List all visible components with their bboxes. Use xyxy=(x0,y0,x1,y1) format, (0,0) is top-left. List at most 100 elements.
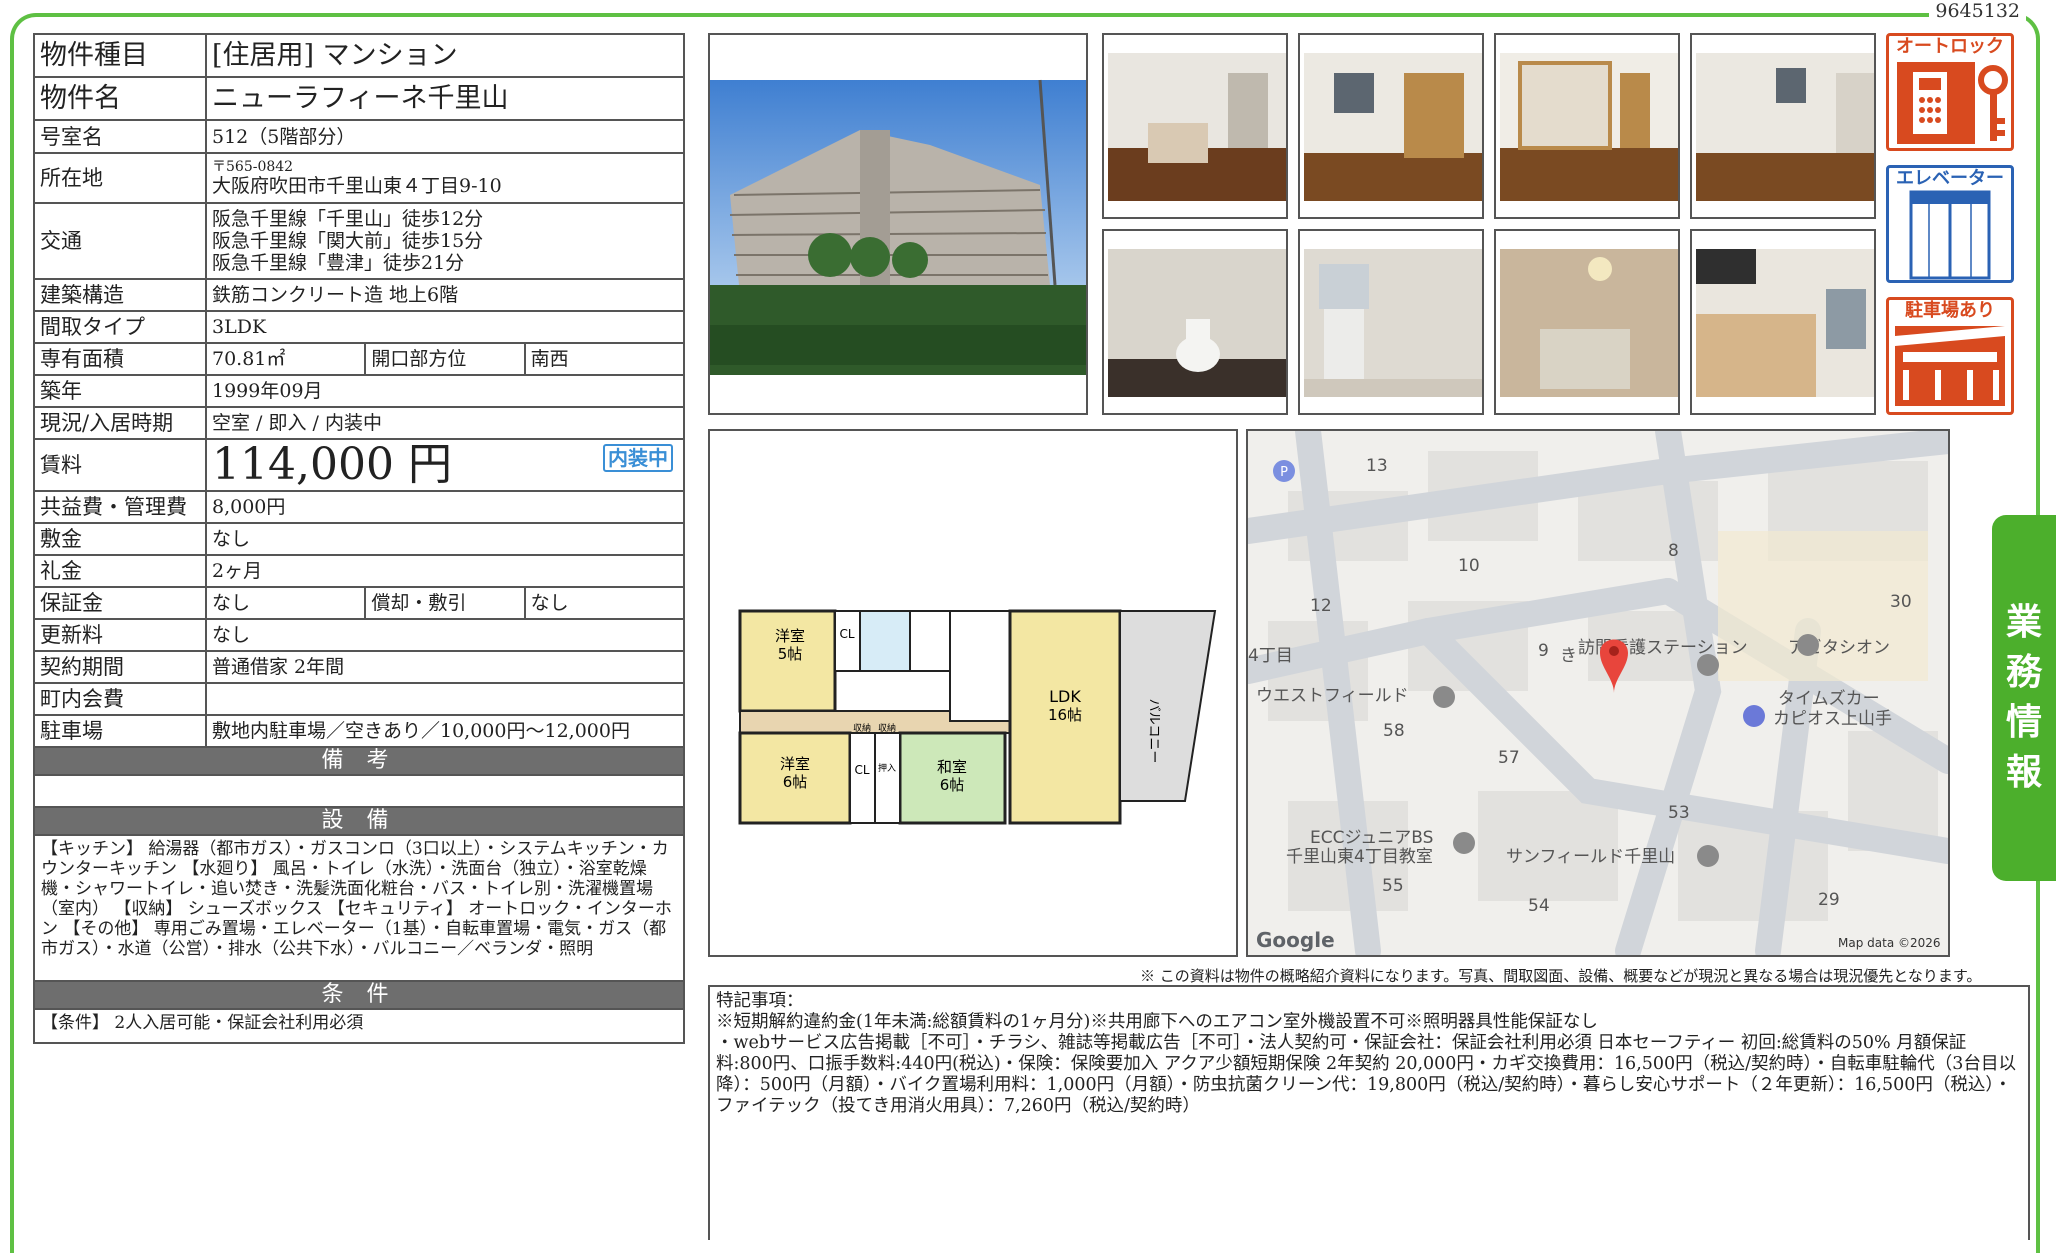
storage-label: 収納 xyxy=(853,722,871,734)
access-line: 阪急千里線「千里山」徒歩12分 xyxy=(212,208,484,230)
room-label: 洋室 xyxy=(780,755,810,773)
room-photo xyxy=(1298,229,1484,415)
area-value: 70.81㎡ xyxy=(204,342,367,376)
parking-icon xyxy=(1895,326,2005,406)
special-notes-line: ※短期解約違約金(1年未満:総額賃料の1ヶ月分)※共用廊下へのエアコン室外機設置… xyxy=(716,1012,1598,1032)
tab-char: 情 xyxy=(2005,702,2042,743)
location-map[interactable]: P 13 10 8 12 30 9 4丁目 ウエストフィールド 58 57 53… xyxy=(1246,429,1950,957)
map-label: 53 xyxy=(1668,803,1690,823)
parking-label: 駐車場 xyxy=(33,714,207,748)
room-size: 6帖 xyxy=(783,773,808,791)
google-logo: Google xyxy=(1256,928,1335,952)
room-label: 洋室 xyxy=(775,627,805,645)
layout-label: 間取タイプ xyxy=(33,310,207,344)
map-label: 4丁目 xyxy=(1248,646,1293,666)
tab-char: 業 xyxy=(2005,602,2042,643)
equipment-value: 【キッチン】 給湯器（都市ガス）・ガスコンロ（3口以上）・システムキッチン・カウ… xyxy=(33,834,685,982)
room-photo xyxy=(1298,33,1484,219)
disclaimer-note: ※ この資料は物件の概略紹介資料になります。写真、間取図面、設備、概要などが現況… xyxy=(1140,967,1982,985)
access-label: 交通 xyxy=(33,202,207,280)
room-photo xyxy=(1102,229,1288,415)
storage-label: 押入 xyxy=(878,762,896,774)
elevator-feature: エレベーター xyxy=(1886,165,2014,283)
map-label: 10 xyxy=(1458,556,1480,576)
rent-value: 114,000 円 xyxy=(212,439,452,490)
town-fee-value xyxy=(205,682,685,716)
address-cell: 〒565-0842 大阪府吹田市千里山東４丁目9-10 xyxy=(205,152,685,204)
map-label: 29 xyxy=(1818,890,1840,910)
conditions-value: 【条件】 2人入居可能・保証会社利用必須 xyxy=(33,1008,685,1044)
key-money-value: 2ヶ月 xyxy=(205,554,685,588)
map-label: カピオス上山手 xyxy=(1773,709,1892,729)
type-value: [住居用] マンション xyxy=(205,33,685,78)
map-attribution: Map data ©2026 xyxy=(1838,936,1941,950)
status-value: 空室 / 即入 / 内装中 xyxy=(205,406,685,440)
contract-label: 契約期間 xyxy=(33,650,207,684)
access-line: 阪急千里線「関大前」徒歩15分 xyxy=(212,230,484,252)
storage-label: 収納 xyxy=(878,722,896,734)
map-label: 8 xyxy=(1668,541,1679,561)
room-size: 6帖 xyxy=(940,776,965,794)
structure-label: 建築構造 xyxy=(33,278,207,312)
layout-value: 3LDK xyxy=(205,310,685,344)
amortization-label: 償却・敷引 xyxy=(364,586,526,620)
access-line: 阪急千里線「豊津」徒歩21分 xyxy=(212,252,465,274)
fee-label: 共益費・管理費 xyxy=(33,490,207,524)
name-label: 物件名 xyxy=(33,76,207,121)
business-info-tab[interactable]: 業 務 情 報 xyxy=(1992,515,2056,881)
name-value: ニューラフィーネ千里山 xyxy=(205,76,685,121)
zip-code: 〒565-0842 xyxy=(212,158,294,175)
guarantee-value: なし xyxy=(204,586,367,620)
tab-char: 務 xyxy=(2005,652,2042,693)
direction-value: 南西 xyxy=(523,342,686,376)
room-size: 5帖 xyxy=(778,645,803,663)
special-notes-title: 特記事項： xyxy=(716,991,804,1011)
room-photo xyxy=(1690,33,1876,219)
conditions-header: 条 件 xyxy=(33,980,685,1010)
guarantee-label: 保証金 xyxy=(33,586,207,620)
contract-value: 普通借家 2年間 xyxy=(205,650,685,684)
elevator-icon xyxy=(1909,190,1991,280)
closet-label: CL xyxy=(854,763,869,777)
amortization-value: なし xyxy=(523,586,686,620)
autolock-feature: オートロック xyxy=(1886,33,2014,151)
parking-value: 敷地内駐車場／空きあり／10,000円～12,000円 xyxy=(205,714,685,748)
map-label: 13 xyxy=(1366,456,1388,476)
svg-text:P: P xyxy=(1280,465,1288,480)
map-label: 58 xyxy=(1383,721,1405,741)
room-label: バルコニー xyxy=(1146,699,1161,764)
room-photo xyxy=(1494,229,1680,415)
rent-cell: 114,000 円 内装中 xyxy=(205,438,685,492)
deposit-value: なし xyxy=(205,522,685,556)
autolock-icon xyxy=(1897,62,2008,144)
special-notes-line: ・webサービス広告掲載［不可］・チラシ、雑誌等掲載広告［不可］・法人契約可・保… xyxy=(716,1033,2016,1116)
rent-label: 賃料 xyxy=(33,438,207,492)
autolock-label: オートロック xyxy=(1896,36,2004,57)
renewal-label: 更新料 xyxy=(33,618,207,652)
room-photo xyxy=(1690,229,1876,415)
map-label: 57 xyxy=(1498,748,1520,768)
remarks-value xyxy=(33,774,685,808)
room-value: 512（5階部分） xyxy=(205,119,685,154)
address-label: 所在地 xyxy=(33,152,207,204)
map-drawing: P 13 10 8 12 30 9 4丁目 ウエストフィールド 58 57 53… xyxy=(1248,431,1948,955)
map-label: 9 xyxy=(1538,641,1549,661)
status-label: 現況/入居時期 xyxy=(33,406,207,440)
map-label: タイムズカー xyxy=(1778,689,1880,709)
interior-badge: 内装中 xyxy=(603,444,673,472)
equipment-header: 設 備 xyxy=(33,806,685,836)
access-cell: 阪急千里線「千里山」徒歩12分 阪急千里線「関大前」徒歩15分 阪急千里線「豊津」徒… xyxy=(205,202,685,280)
map-label: 千里山東4丁目教室 xyxy=(1286,847,1433,867)
parking-feature-label: 駐車場あり xyxy=(1905,300,1995,321)
property-table: 物件種目 [住居用] マンション 物件名 ニューラフィーネ千里山 号室名 512（5階… xyxy=(33,33,686,1044)
building-image xyxy=(710,79,1086,375)
map-label: 12 xyxy=(1310,596,1332,616)
direction-label: 開口部方位 xyxy=(364,342,526,376)
parking-feature: 駐車場あり xyxy=(1886,297,2014,415)
map-label: ECCジュニアBS xyxy=(1310,828,1433,848)
exterior-photo xyxy=(708,33,1088,415)
fee-value: 8,000円 xyxy=(205,490,685,524)
room-label: LDK xyxy=(1049,687,1081,706)
deposit-label: 敷金 xyxy=(33,522,207,556)
map-label: 54 xyxy=(1528,896,1550,916)
